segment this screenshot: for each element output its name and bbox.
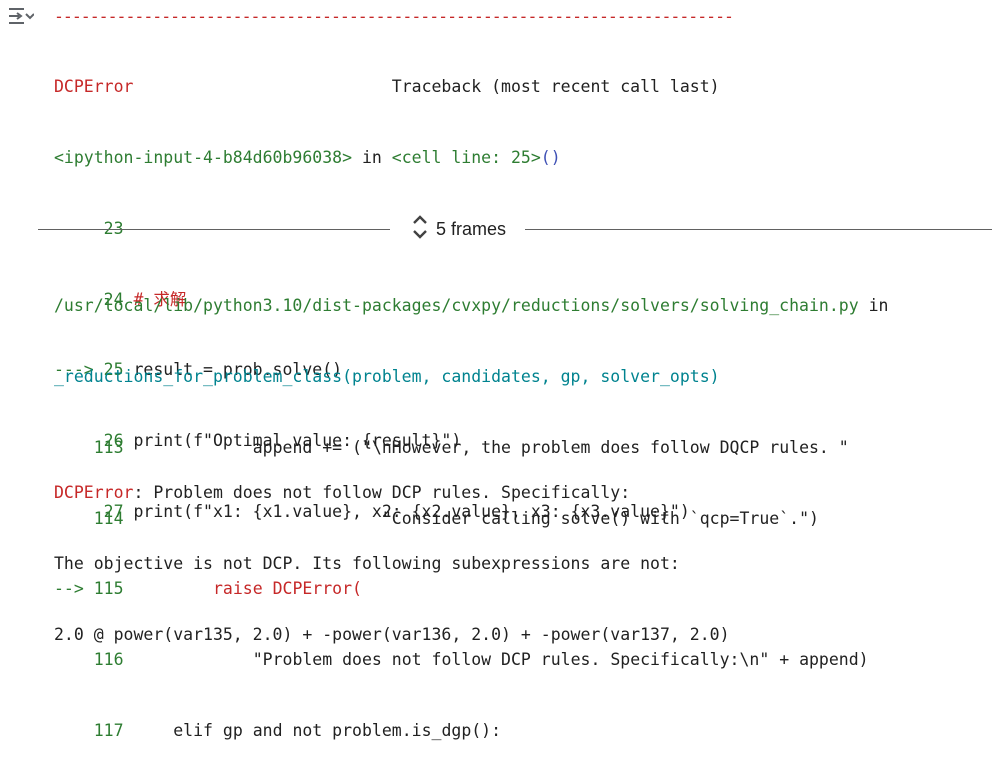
unfold-icon [410, 214, 430, 245]
cell-ref-link[interactable]: <cell line: 25> [392, 148, 541, 167]
input-ref-link[interactable]: <ipython-input-4-b84d60b96038> [54, 148, 352, 167]
frames-divider: 5 frames [0, 214, 992, 244]
traceback-header: DCPError Traceback (most recent call las… [54, 75, 720, 99]
traceback-separator: ----------------------------------------… [54, 7, 734, 26]
error-type: DCPError [54, 483, 134, 503]
line-number: 117 [93, 720, 124, 740]
traceback-location: <ipython-input-4-b84d60b96038> in <cell … [54, 147, 561, 167]
code-line: 117 elif gp and not problem.is_dgp(): [93, 720, 502, 740]
error-type: DCPError [54, 77, 134, 97]
error-message: DCPError: Problem does not follow DCP ru… [54, 483, 730, 644]
file-path-link[interactable]: /usr/local/lib/python3.10/dist-packages/… [54, 296, 859, 315]
traceback-header-label: Traceback (most recent call last) [391, 77, 720, 97]
frames-label: 5 frames [436, 218, 507, 239]
divider-line [525, 229, 992, 230]
function-signature: _reductions_for_problem_class(problem, c… [54, 366, 720, 386]
divider-line [38, 229, 390, 230]
expand-frames-button[interactable]: 5 frames [410, 214, 507, 245]
output-actions-icon[interactable] [8, 6, 35, 28]
